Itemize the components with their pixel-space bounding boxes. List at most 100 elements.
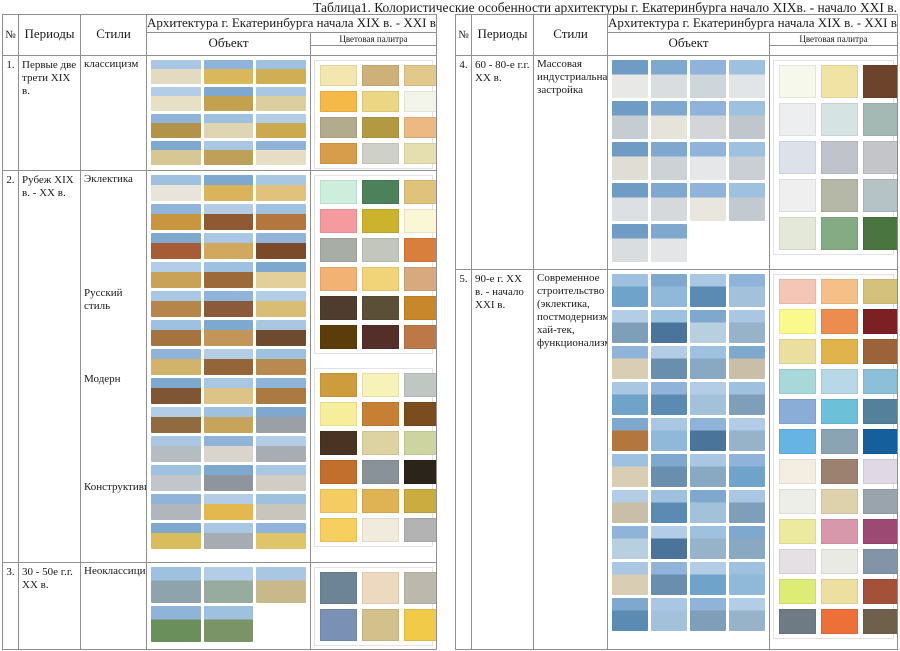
building-photo [151, 407, 201, 433]
building-photo [729, 418, 765, 451]
color-swatch [320, 489, 357, 513]
color-swatch [821, 429, 858, 454]
building-photo [729, 454, 765, 487]
color-swatch [362, 117, 399, 138]
building-photo [256, 114, 306, 138]
color-swatch [320, 180, 357, 204]
table-header: №ПериодыСтилиАрхитектура г. Екатеринбург… [456, 15, 897, 56]
building-photo [690, 183, 726, 221]
building-photo [651, 310, 687, 343]
color-swatch [404, 143, 436, 164]
building-photo [690, 274, 726, 307]
period-cell: Рубеж XIX в. - XX в. [19, 171, 81, 562]
building-photo [151, 291, 201, 317]
building-photo [651, 183, 687, 221]
color-swatch [320, 209, 357, 233]
table-panel-left: №ПериодыСтилиАрхитектура г. Екатеринбург… [2, 14, 437, 650]
building-photo [256, 320, 306, 346]
building-photo [151, 60, 201, 84]
column-header-num: № [3, 15, 19, 55]
building-photo [151, 465, 201, 491]
color-swatch [779, 65, 816, 98]
building-photo [151, 567, 201, 603]
color-swatch [404, 518, 436, 542]
building-photo [729, 598, 765, 631]
color-swatch [821, 579, 858, 604]
color-swatch [404, 91, 436, 112]
color-swatch [320, 267, 357, 291]
color-swatch [320, 460, 357, 484]
color-swatch [362, 431, 399, 455]
table-row: 2.Рубеж XIX в. - XX в.ЭклектикаРусский с… [3, 171, 436, 563]
color-swatch [362, 572, 399, 604]
column-header-palette: Цветовая палитра [311, 33, 436, 55]
architecture-header: Архитектура г. Екатеринбурга начала XIX … [147, 15, 436, 33]
color-swatch [320, 238, 357, 262]
color-swatch [779, 519, 816, 544]
building-photo [651, 274, 687, 307]
building-photo [256, 87, 306, 111]
building-photo [612, 183, 648, 221]
styles-cell: Неоклассицизм [81, 563, 147, 649]
building-photo [651, 382, 687, 415]
palette-block [773, 60, 894, 255]
table-row: 3.30 - 50е г.г. XX в.Неоклассицизм [3, 563, 436, 649]
period-cell: 90-е г. XX в. - начало XXI в. [472, 270, 534, 649]
color-swatch [362, 402, 399, 426]
color-swatch [863, 429, 897, 454]
color-swatch [362, 609, 399, 641]
building-photo [651, 526, 687, 559]
color-swatch [821, 339, 858, 364]
building-photo [612, 142, 648, 180]
building-photo [256, 60, 306, 84]
building-photo [690, 346, 726, 379]
column-header-palette-label: Цветовая палитра [770, 33, 897, 46]
color-swatch [362, 489, 399, 513]
building-photo [612, 598, 648, 631]
building-photo [256, 175, 306, 201]
building-photo [151, 141, 201, 165]
color-swatch [779, 369, 816, 394]
building-photo [256, 494, 306, 520]
photo-grid [608, 270, 769, 635]
color-swatch [821, 549, 858, 574]
building-photo [256, 349, 306, 375]
building-photo [651, 101, 687, 139]
building-photo [204, 349, 254, 375]
building-photo [256, 523, 306, 549]
color-swatch [320, 518, 357, 542]
building-photo [729, 382, 765, 415]
building-photo [612, 418, 648, 451]
table-row: 1.Первые две трети XIX в.классицизм [3, 56, 436, 171]
building-photo [256, 291, 306, 317]
building-photo [690, 526, 726, 559]
building-photo [690, 418, 726, 451]
color-swatch [404, 209, 436, 233]
building-photo [612, 382, 648, 415]
color-swatch [779, 217, 816, 250]
building-photo [690, 60, 726, 98]
building-photo [256, 262, 306, 288]
building-photo [151, 378, 201, 404]
building-photo [204, 436, 254, 462]
color-swatch [863, 103, 897, 136]
color-swatch [863, 459, 897, 484]
color-swatch [320, 143, 357, 164]
color-swatch [320, 431, 357, 455]
building-photo [651, 598, 687, 631]
building-photo [151, 233, 201, 259]
color-swatch [362, 460, 399, 484]
column-header-object: Объект [147, 33, 311, 55]
building-photo [729, 490, 765, 523]
building-photo [612, 454, 648, 487]
period-cell: 60 - 80-е г.г. XX в. [472, 56, 534, 269]
color-swatch [863, 217, 897, 250]
period-cell: Первые две трети XIX в. [19, 56, 81, 170]
building-photo [204, 87, 254, 111]
color-swatch [821, 369, 858, 394]
building-photo [651, 418, 687, 451]
color-swatch [404, 238, 436, 262]
color-swatch [863, 579, 897, 604]
building-photo [690, 490, 726, 523]
building-photo [651, 60, 687, 98]
